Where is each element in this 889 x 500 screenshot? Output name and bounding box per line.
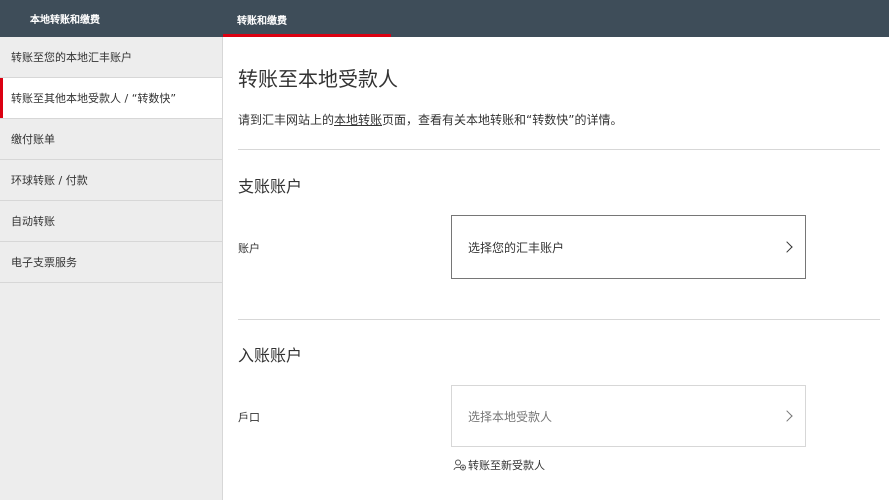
- intro-text: 请到汇丰网站上的本地转账页面，查看有关本地转账和“转数快”的详情。: [238, 111, 622, 128]
- add-new-payee-label: 转账至新受款人: [468, 459, 545, 472]
- sidebar-item-label: 电子支票服务: [11, 256, 77, 269]
- header-left-title: 本地转账和缴费: [30, 15, 100, 26]
- sidebar-item-label: 环球转账 / 付款: [11, 174, 88, 187]
- sidebar: 转账至您的本地汇丰账户 转账至其他本地受款人 / “转数快” 缴付账单 环球转账…: [0, 37, 223, 500]
- from-account-label: 账户: [238, 242, 260, 255]
- local-transfer-link[interactable]: 本地转账: [334, 113, 382, 127]
- top-header: 本地转账和缴费 转账和缴费: [0, 0, 889, 37]
- sidebar-item-label: 缴付账单: [11, 133, 55, 146]
- intro-after: 页面，查看有关本地转账和“转数快”的详情。: [382, 113, 623, 127]
- sidebar-item-auto-transfer[interactable]: 自动转账: [0, 201, 222, 242]
- sidebar-item-label: 转账至其他本地受款人 / “转数快”: [11, 92, 177, 105]
- page-title: 转账至本地受款人: [238, 67, 398, 91]
- sidebar-item-global-transfer[interactable]: 环球转账 / 付款: [0, 160, 222, 201]
- tab-transfers-payments[interactable]: 转账和缴费: [223, 0, 391, 37]
- payee-select[interactable]: 选择本地受款人: [451, 385, 806, 447]
- main-content: 转账至本地受款人 请到汇丰网站上的本地转账页面，查看有关本地转账和“转数快”的详…: [223, 37, 889, 500]
- to-account-section-title: 入账账户: [238, 346, 303, 365]
- sidebar-item-other-payee[interactable]: 转账至其他本地受款人 / “转数快”: [0, 78, 222, 119]
- intro-before: 请到汇丰网站上的: [238, 113, 335, 127]
- sidebar-item-label: 自动转账: [11, 215, 55, 228]
- payee-select-text: 选择本地受款人: [468, 409, 553, 424]
- chevron-right-icon: [781, 410, 793, 422]
- sidebar-item-label: 转账至您的本地汇丰账户: [11, 51, 132, 64]
- add-new-payee-link[interactable]: 转账至新受款人: [453, 457, 545, 473]
- from-account-select-text: 选择您的汇丰账户: [468, 240, 565, 255]
- divider: [238, 319, 880, 320]
- tab-label: 转账和缴费: [237, 16, 287, 27]
- sidebar-item-e-cheque[interactable]: 电子支票服务: [0, 242, 222, 283]
- add-user-icon: [453, 459, 466, 471]
- sidebar-item-own-account[interactable]: 转账至您的本地汇丰账户: [0, 37, 222, 78]
- from-account-select[interactable]: 选择您的汇丰账户: [451, 215, 806, 279]
- chevron-right-icon: [781, 241, 793, 253]
- from-account-section-title: 支账账户: [238, 177, 303, 196]
- to-account-label: 戶口: [238, 411, 260, 424]
- sidebar-item-pay-bills[interactable]: 缴付账单: [0, 119, 222, 160]
- divider: [238, 149, 880, 150]
